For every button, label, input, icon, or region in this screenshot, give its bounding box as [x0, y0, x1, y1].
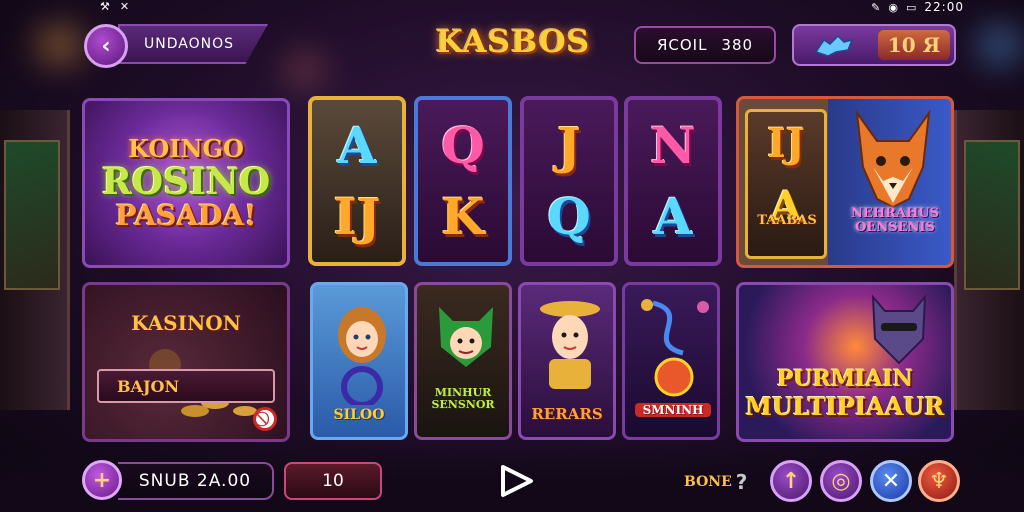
game-card-3[interactable]: RERARS	[518, 282, 616, 440]
bet-amount-field[interactable]: 10	[284, 462, 382, 500]
coin-value: 380	[721, 36, 754, 54]
settings-icon: ✕	[119, 0, 130, 13]
card-label: SMNINH	[635, 403, 711, 417]
game-card-2[interactable]: MINHUR SENSNOR	[414, 282, 512, 440]
add-funds-button[interactable]: +	[82, 460, 122, 500]
reel-symbol: J	[557, 115, 581, 175]
flame-icon: ♆	[929, 468, 949, 494]
multiplier-line-2: MULTIPIAAUR	[745, 392, 945, 421]
balance-display: SNUB 2A.00	[118, 462, 274, 500]
reel-1[interactable]: A IJ	[308, 96, 406, 266]
play-button[interactable]	[494, 462, 538, 500]
mascot-icon	[794, 26, 874, 64]
reel-4[interactable]: N A	[624, 96, 722, 266]
background-slot-cabinet	[954, 110, 1024, 410]
cancel-button[interactable]: ✕	[870, 460, 912, 502]
multiplier-line-1: PURMIAIN	[776, 366, 914, 392]
feature-tag-right: NEHRAHUS OENSENIS	[851, 206, 939, 235]
ceiling-light	[40, 30, 80, 60]
card-label: SILOO	[333, 407, 385, 423]
kasinon-heading: KASINON	[131, 311, 241, 335]
character-portrait-icon	[439, 307, 493, 367]
battery-icon: ▭	[906, 0, 917, 14]
reel-2[interactable]: Q K	[414, 96, 512, 266]
reel-symbol: K	[441, 186, 485, 246]
game-logo: KASBOS	[435, 24, 591, 60]
feature-panel[interactable]: IJ A TAABAS NEHRAHUS OENSENIS	[736, 96, 954, 268]
magic-orb-icon	[641, 299, 709, 397]
card-label: RERARS	[531, 405, 603, 423]
game-card-1[interactable]: SILOO	[310, 282, 408, 440]
promo-line-2: ROSINO	[101, 161, 271, 203]
reel-3[interactable]: J Q	[520, 96, 618, 266]
reel-symbol: IJ	[333, 186, 381, 246]
turbo-button[interactable]: ♆	[918, 460, 960, 502]
help-icon: ?	[735, 470, 748, 494]
signal-icon: ✎	[871, 0, 881, 14]
status-icons-left: ⚒ ✕	[100, 0, 129, 14]
target-icon: ◎	[831, 468, 851, 494]
ceiling-light	[980, 30, 1020, 60]
bet-value: 10 Я	[878, 30, 950, 60]
background-slot-cabinet	[0, 110, 70, 410]
increase-bet-button[interactable]: ↑	[770, 460, 812, 502]
mascot-bet-display[interactable]: 10 Я	[792, 24, 956, 66]
reel-symbol: N	[650, 115, 696, 175]
back-button[interactable]: ‹	[84, 24, 128, 68]
game-card-4[interactable]: SMNINH	[622, 282, 720, 440]
panther-icon	[871, 294, 927, 365]
mini-reel: IJ A	[745, 109, 827, 259]
reel-symbol: Q	[547, 186, 591, 246]
autoplay-button[interactable]: ◎	[820, 460, 862, 502]
play-icon	[501, 465, 533, 497]
card-label: MINHUR SENSNOR	[431, 386, 495, 411]
bonus-label: BONE	[684, 474, 732, 490]
location-icon: ◉	[888, 0, 898, 14]
kasinon-field[interactable]: BAJON	[97, 369, 275, 403]
reel-symbol: A	[337, 115, 377, 175]
no-entry-icon: ⃠	[253, 407, 277, 431]
arrow-up-icon: ↑	[781, 468, 801, 494]
page-title-tab: UNDAONOS	[118, 24, 268, 64]
page-title: UNDAONOS	[144, 36, 234, 52]
tools-icon: ⚒	[100, 0, 110, 13]
promo-line-3: PASADA!	[115, 199, 257, 232]
bonus-indicator[interactable]: BONE ?	[684, 468, 747, 496]
coin-label: ЯCOIL	[656, 36, 708, 54]
multiplier-text: PURMIAIN MULTIPIAAUR	[739, 365, 951, 421]
feature-tag-left: TAABAS	[757, 213, 817, 228]
coin-counter: ЯCOIL 380	[634, 26, 776, 64]
ceiling-light	[290, 60, 320, 80]
kasinon-panel: KASINON BAJON ⃠	[82, 282, 290, 442]
plus-icon: +	[92, 467, 112, 493]
close-icon: ✕	[881, 468, 901, 494]
promo-banner[interactable]: KOINGO ROSINO PASADA!	[82, 98, 290, 268]
character-portrait-icon	[338, 307, 386, 405]
reel-symbol: A	[653, 186, 693, 246]
reel-symbol: Q	[441, 115, 485, 175]
promo-line-1: KOINGO	[128, 134, 244, 163]
multiplier-panel[interactable]: PURMIAIN MULTIPIAAUR	[736, 282, 954, 442]
chevron-left-icon: ‹	[101, 33, 111, 59]
status-time: 22:00	[924, 0, 964, 14]
status-icons-right: ✎ ◉ ▭ 22:00	[871, 0, 964, 14]
character-portrait-icon	[540, 301, 600, 389]
reel-symbol: IJ	[767, 119, 805, 167]
